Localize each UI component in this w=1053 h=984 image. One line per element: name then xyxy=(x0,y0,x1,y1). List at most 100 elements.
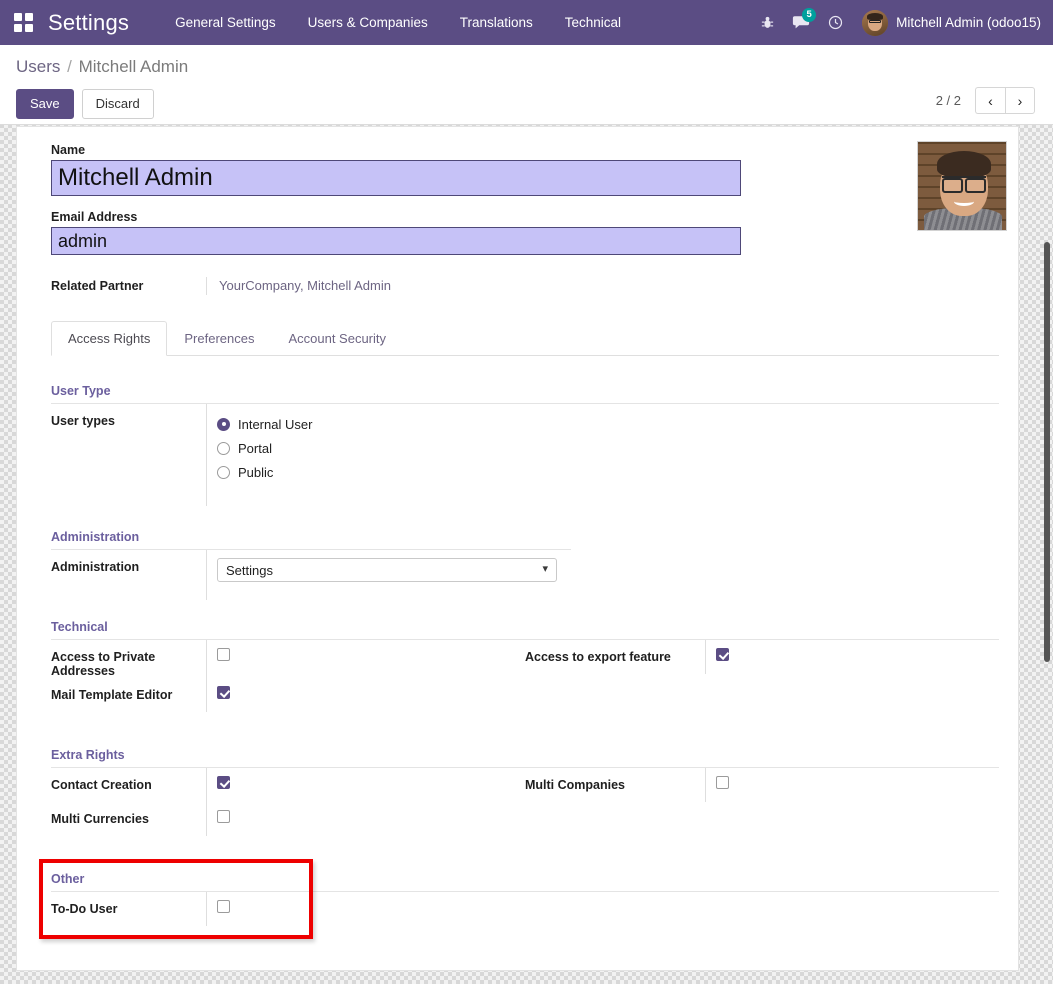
administration-field: Settings ▾ xyxy=(206,550,566,600)
field-row-access-export-feature: Access to export feature xyxy=(525,640,999,674)
access-export-feature-checkbox[interactable] xyxy=(716,648,729,661)
contact-creation-field xyxy=(206,768,525,802)
group-title-extra-rights: Extra Rights xyxy=(51,748,999,768)
radio-label-portal: Portal xyxy=(238,440,272,456)
email-label: Email Address xyxy=(51,210,138,224)
group-extra-rights: Extra Rights Contact Creation Multi Curr… xyxy=(51,748,999,864)
save-button[interactable]: Save xyxy=(16,89,74,119)
extra-rights-right-column: Multi Companies xyxy=(525,768,999,864)
tab-account-security[interactable]: Account Security xyxy=(271,321,403,356)
multi-currencies-field xyxy=(206,802,525,836)
multi-companies-checkbox[interactable] xyxy=(716,776,729,789)
related-partner-value[interactable]: YourCompany, Mitchell Admin xyxy=(219,278,391,293)
radio-label-public: Public xyxy=(238,464,274,480)
administration-label: Administration xyxy=(51,560,140,574)
user-photo[interactable] xyxy=(917,141,1007,231)
menu-translations[interactable]: Translations xyxy=(444,9,549,36)
menu-general-settings[interactable]: General Settings xyxy=(159,9,292,36)
access-export-feature-field xyxy=(705,640,999,674)
technical-right-column: Access to export feature xyxy=(525,640,999,740)
field-row-mail-template-editor: Mail Template Editor xyxy=(51,678,525,740)
administration-selected-value: Settings xyxy=(226,562,273,578)
radio-icon-portal[interactable] xyxy=(217,441,230,455)
multi-companies-field xyxy=(705,768,999,802)
group-title-technical: Technical xyxy=(51,620,999,640)
vertical-scrollbar[interactable] xyxy=(1043,130,1051,970)
group-title-administration: Administration xyxy=(51,530,571,550)
activity-clock-icon[interactable] xyxy=(818,8,852,38)
form-notebook-tabs: Access Rights Preferences Account Securi… xyxy=(51,321,999,356)
name-input[interactable]: Mitchell Admin xyxy=(51,160,741,196)
radio-icon-public[interactable] xyxy=(217,465,230,479)
main-menu: General Settings Users & Companies Trans… xyxy=(159,9,637,36)
control-panel: Users / Mitchell Admin Save Discard 2 / … xyxy=(0,45,1053,125)
messages-icon[interactable]: 5 xyxy=(784,7,818,38)
breadcrumb: Users / Mitchell Admin xyxy=(16,57,188,77)
user-menu[interactable]: Mitchell Admin (odoo15) xyxy=(862,9,1041,36)
mail-template-editor-label: Mail Template Editor xyxy=(51,688,173,702)
breadcrumb-users[interactable]: Users xyxy=(16,57,60,76)
extra-rights-left-column: Contact Creation Multi Currencies xyxy=(51,768,525,864)
pager-previous-button[interactable]: ‹ xyxy=(975,87,1005,114)
pager-next-button[interactable]: › xyxy=(1005,87,1035,114)
avatar xyxy=(862,9,889,36)
scrollbar-thumb[interactable] xyxy=(1044,242,1050,662)
breadcrumb-current: Mitchell Admin xyxy=(78,57,189,76)
mail-template-editor-field xyxy=(206,678,525,712)
radio-label-internal-user: Internal User xyxy=(238,416,313,432)
group-administration: Administration Administration Settings ▾ xyxy=(51,530,999,600)
todo-user-checkbox[interactable] xyxy=(217,900,230,913)
related-partner-label: Related Partner xyxy=(51,279,144,293)
tab-preferences[interactable]: Preferences xyxy=(167,321,271,356)
group-other: Other To-Do User xyxy=(51,872,999,952)
group-title-other: Other xyxy=(51,872,999,892)
app-brand-title[interactable]: Settings xyxy=(48,10,129,36)
form-sheet: Name Mitchell Admin Email Address admin … xyxy=(16,126,1019,971)
access-export-feature-label: Access to export feature xyxy=(525,650,671,664)
technical-left-column: Access to Private Addresses Mail Templat… xyxy=(51,640,525,740)
user-types-radio-group: Internal User Portal Public xyxy=(206,404,506,506)
chevron-down-icon: ▾ xyxy=(542,563,548,576)
group-title-user-type: User Type xyxy=(51,384,999,404)
apps-grid-icon[interactable] xyxy=(14,12,34,33)
user-types-label: User types xyxy=(51,414,115,428)
field-row-todo-user: To-Do User xyxy=(51,892,525,952)
breadcrumb-separator: / xyxy=(67,57,72,76)
field-row-multi-currencies: Multi Currencies xyxy=(51,802,525,864)
radio-public[interactable]: Public xyxy=(217,460,506,484)
access-private-addresses-checkbox[interactable] xyxy=(217,648,230,661)
todo-user-field xyxy=(206,892,525,926)
other-right-column xyxy=(525,892,999,952)
navbar-systray: 5 Mitchell Admin (odoo15) xyxy=(750,7,1053,38)
group-technical: Technical Access to Private Addresses Ma… xyxy=(51,620,999,740)
multi-companies-label: Multi Companies xyxy=(525,778,626,792)
record-action-buttons: Save Discard xyxy=(16,89,154,119)
email-input[interactable]: admin xyxy=(51,227,741,255)
user-name-label: Mitchell Admin (odoo15) xyxy=(896,15,1041,30)
todo-user-label: To-Do User xyxy=(51,902,118,916)
radio-internal-user[interactable]: Internal User xyxy=(217,412,506,436)
contact-creation-checkbox[interactable] xyxy=(217,776,230,789)
group-user-type: User Type User types Internal User Porta… xyxy=(51,384,999,506)
tab-access-rights[interactable]: Access Rights xyxy=(51,321,168,356)
messages-badge-count: 5 xyxy=(802,7,817,22)
other-left-column: To-Do User xyxy=(51,892,525,952)
access-private-addresses-label: Access to Private Addresses xyxy=(51,650,156,678)
bug-icon[interactable] xyxy=(750,8,784,38)
mail-template-editor-checkbox[interactable] xyxy=(217,686,230,699)
field-row-contact-creation: Contact Creation xyxy=(51,768,525,802)
multi-currencies-label: Multi Currencies xyxy=(51,812,149,826)
record-pager: 2 / 2 ‹ › xyxy=(936,87,1035,114)
menu-technical[interactable]: Technical xyxy=(549,9,637,36)
administration-select[interactable]: Settings ▾ xyxy=(217,558,557,582)
radio-icon-internal-user[interactable] xyxy=(217,417,230,431)
multi-currencies-checkbox[interactable] xyxy=(217,810,230,823)
access-private-addresses-field xyxy=(206,640,525,678)
pager-buttons: ‹ › xyxy=(975,87,1035,114)
related-partner-row: Related Partner YourCompany, Mitchell Ad… xyxy=(51,277,984,295)
discard-button[interactable]: Discard xyxy=(81,89,154,119)
menu-users-companies[interactable]: Users & Companies xyxy=(292,9,444,36)
pager-count: 2 / 2 xyxy=(935,93,961,108)
radio-portal[interactable]: Portal xyxy=(217,436,506,460)
field-row-multi-companies: Multi Companies xyxy=(525,768,999,830)
